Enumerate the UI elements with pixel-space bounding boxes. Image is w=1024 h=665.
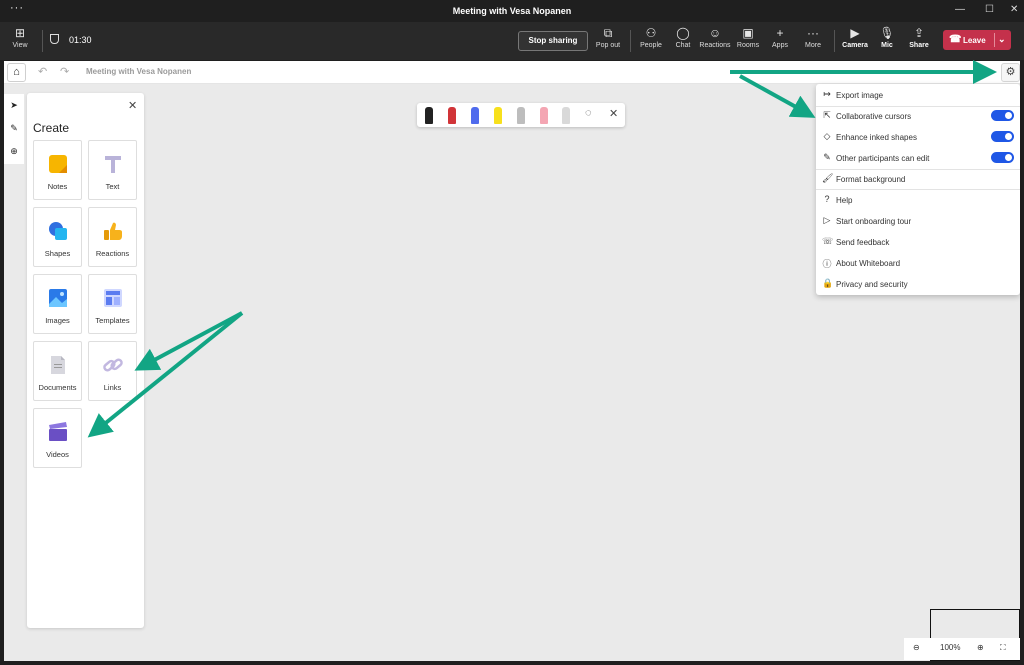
arrow-to-menu xyxy=(739,74,816,118)
arrow-to-videos xyxy=(87,311,244,438)
annotation-arrows xyxy=(87,60,997,438)
arrow-to-links xyxy=(134,311,243,371)
